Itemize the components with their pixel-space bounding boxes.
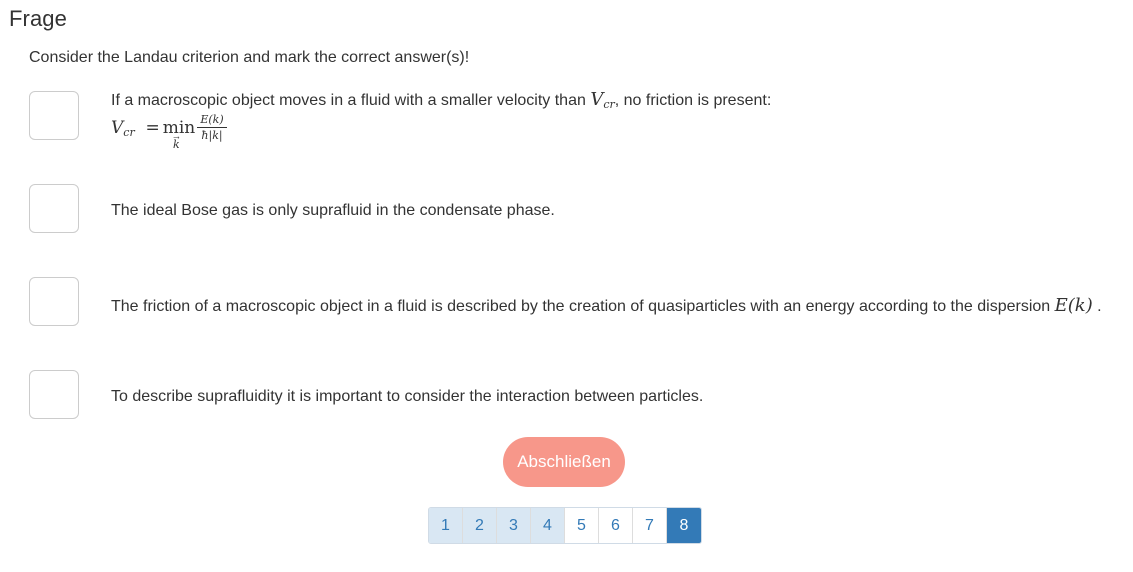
formula-denominator: ħ|k| [201, 129, 223, 142]
velocity-symbol: Vcr [590, 89, 615, 111]
page-link-1[interactable]: 1 [429, 508, 463, 543]
answer-text-1-before: If a macroscopic object moves in a fluid… [111, 92, 586, 109]
formula-fraction: E(k) ħ|k| [197, 113, 227, 142]
submit-button[interactable]: Abschließen [503, 437, 625, 487]
answer-text-3-after: . [1097, 298, 1102, 315]
page-link-4[interactable]: 4 [531, 508, 565, 543]
formula-numerator: E(k) [197, 113, 227, 128]
answer-text-1-after: , no friction is present: [614, 92, 772, 109]
page-link-5[interactable]: 5 [565, 508, 599, 543]
page-link-8[interactable]: 8 [667, 508, 701, 543]
page-link-3[interactable]: 3 [497, 508, 531, 543]
answer-text-4: To describe suprafluidity it is importan… [111, 388, 704, 405]
answer-checkbox-3[interactable] [29, 277, 79, 326]
answer-checkbox-4[interactable] [29, 370, 79, 419]
quiz-page: Frage Consider the Landau criterion and … [0, 0, 1133, 572]
page-link-2[interactable]: 2 [463, 508, 497, 543]
answer-checkbox-1[interactable] [29, 91, 79, 140]
dispersion-symbol: E(k) [1054, 295, 1093, 316]
page-link-6[interactable]: 6 [599, 508, 633, 543]
question-text: Consider the Landau criterion and mark t… [29, 49, 470, 66]
answer-text-3-before: The friction of a macroscopic object in … [111, 298, 1051, 315]
min-subscript: k [173, 138, 180, 151]
answer-checkbox-2[interactable] [29, 184, 79, 233]
page-link-7[interactable]: 7 [633, 508, 667, 543]
answer-text-2: The ideal Bose gas is only suprafluid in… [111, 202, 555, 219]
answer-text-3: The friction of a macroscopic object in … [111, 295, 1102, 316]
answer-text-1: If a macroscopic object moves in a fluid… [111, 89, 771, 111]
pagination: 12345678 [428, 507, 702, 544]
page-title: Frage [9, 6, 67, 31]
